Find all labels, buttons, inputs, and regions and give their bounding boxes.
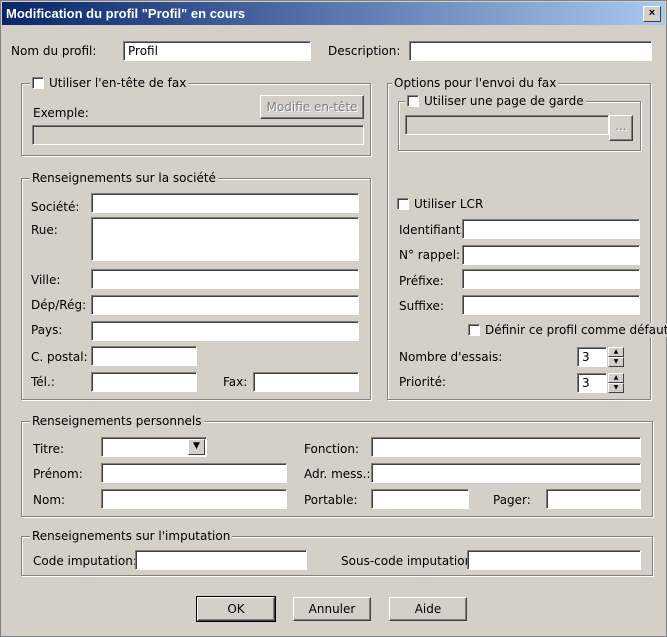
- dep-label: Dép/Rég:: [31, 298, 87, 312]
- chevron-down-icon[interactable]: ▼: [188, 439, 205, 455]
- cancel-button[interactable]: Annuler: [293, 597, 371, 621]
- tries-label: Nombre d'essais:: [399, 350, 503, 364]
- ville-label: Ville:: [31, 273, 61, 287]
- use-fax-header-label: Utiliser l'en-tête de fax: [49, 76, 187, 90]
- fax-header-group-title[interactable]: Utiliser l'en-tête de fax: [30, 76, 189, 90]
- lcr-label: Utiliser LCR: [414, 197, 484, 211]
- cpostal-input[interactable]: [91, 346, 197, 366]
- priority-spinner[interactable]: ▲ ▼: [608, 373, 624, 393]
- rue-label: Rue:: [31, 223, 58, 237]
- use-fax-header-checkbox[interactable]: [32, 77, 44, 89]
- priority-up-icon[interactable]: ▲: [608, 373, 624, 383]
- tries-down-icon[interactable]: ▼: [608, 357, 624, 367]
- cover-page-checkbox[interactable]: [407, 95, 419, 107]
- default-profile-checkbox[interactable]: [468, 324, 480, 336]
- portable-label: Portable:: [304, 493, 358, 507]
- code-imputation-label: Code imputation:: [33, 554, 137, 568]
- ok-button[interactable]: OK: [196, 596, 276, 622]
- pager-label: Pager:: [493, 493, 531, 507]
- tries-spinner[interactable]: ▲ ▼: [608, 347, 624, 367]
- priority-input[interactable]: 3: [577, 373, 607, 393]
- prenom-label: Prénom:: [33, 467, 83, 481]
- fax-label: Fax:: [223, 375, 248, 389]
- tel-label: Tél.:: [31, 375, 55, 389]
- nom-input[interactable]: [101, 489, 287, 509]
- profile-name-label: Nom du profil:: [11, 44, 97, 58]
- profile-name-input[interactable]: Profil: [123, 41, 311, 61]
- pager-input[interactable]: [546, 489, 641, 509]
- cover-page-field: [405, 115, 609, 135]
- pays-label: Pays:: [31, 323, 63, 337]
- cover-page-title[interactable]: Utiliser une page de garde: [405, 94, 586, 108]
- tries-up-icon[interactable]: ▲: [608, 347, 624, 357]
- souscode-imputation-label: Sous-code imputation:: [341, 554, 477, 568]
- identifiant-label: Identifiant:: [399, 223, 465, 237]
- default-profile-label: Définir ce profil comme défaut: [485, 323, 667, 337]
- personal-group-title: Renseignements personnels: [30, 414, 204, 428]
- pays-input[interactable]: [91, 321, 359, 341]
- identifiant-input[interactable]: [462, 219, 640, 239]
- modify-header-button[interactable]: Modifie en-tête: [260, 95, 364, 119]
- close-button[interactable]: ×: [643, 6, 661, 22]
- description-input[interactable]: [409, 41, 652, 61]
- tries-input[interactable]: 3: [577, 347, 607, 367]
- lcr-checkbox[interactable]: [397, 198, 409, 210]
- code-imputation-input[interactable]: [135, 550, 307, 570]
- help-button[interactable]: Aide: [389, 597, 467, 621]
- nom-label: Nom:: [33, 493, 66, 507]
- prenom-input[interactable]: [101, 463, 287, 483]
- default-profile-option[interactable]: Définir ce profil comme défaut: [468, 323, 667, 337]
- titre-select[interactable]: ▼: [101, 437, 207, 457]
- header-example-field: [32, 125, 364, 145]
- priority-down-icon[interactable]: ▼: [608, 383, 624, 393]
- example-label: Exemple:: [33, 106, 89, 120]
- fonction-label: Fonction:: [304, 442, 360, 456]
- suffixe-label: Suffixe:: [399, 299, 444, 313]
- imputation-group-title: Renseignements sur l'imputation: [30, 529, 233, 543]
- prefixe-input[interactable]: [462, 269, 640, 289]
- societe-label: Société:: [31, 200, 80, 214]
- portable-input[interactable]: [371, 489, 469, 509]
- cpostal-label: C. postal:: [31, 350, 88, 364]
- lcr-option[interactable]: Utiliser LCR: [397, 197, 483, 211]
- prefixe-label: Préfixe:: [399, 274, 444, 288]
- fax-input[interactable]: [253, 372, 359, 392]
- adr-label: Adr. mess.:: [304, 467, 371, 481]
- societe-input[interactable]: [91, 193, 359, 213]
- rue-input[interactable]: [91, 217, 359, 261]
- send-options-title: Options pour l'envoi du fax: [392, 76, 559, 90]
- dialog-title: Modification du profil "Profil" en cours: [6, 6, 246, 21]
- dep-input[interactable]: [91, 295, 359, 315]
- company-group-title: Renseignements sur la société: [30, 171, 218, 185]
- cover-browse-button[interactable]: ...: [609, 115, 633, 141]
- title-bar[interactable]: Modification du profil "Profil" en cours…: [2, 2, 665, 25]
- tel-input[interactable]: [91, 372, 197, 392]
- titre-label: Titre:: [33, 442, 65, 456]
- cover-page-label: Utiliser une page de garde: [424, 94, 584, 108]
- suffixe-input[interactable]: [462, 295, 640, 315]
- description-label: Description:: [328, 44, 401, 58]
- fonction-input[interactable]: [371, 437, 641, 457]
- profile-dialog: Modification du profil "Profil" en cours…: [0, 0, 667, 637]
- souscode-imputation-input[interactable]: [467, 550, 641, 570]
- ville-input[interactable]: [91, 269, 359, 289]
- priority-label: Priorité:: [399, 375, 447, 389]
- rappel-input[interactable]: [462, 245, 640, 265]
- rappel-label: N° rappel:: [399, 248, 461, 262]
- adr-input[interactable]: [371, 463, 641, 483]
